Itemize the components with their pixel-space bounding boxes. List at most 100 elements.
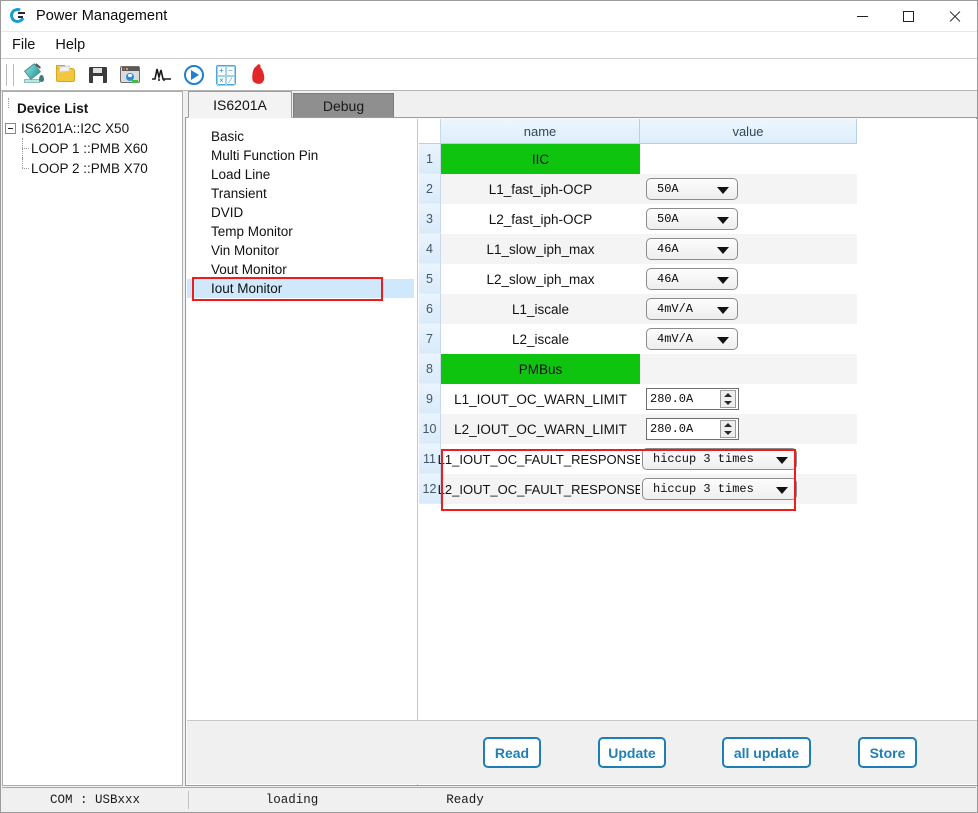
tree-line bbox=[17, 158, 29, 178]
row-name: L2_IOUT_OC_WARN_LIMIT bbox=[441, 414, 640, 444]
chevron-down-icon bbox=[717, 277, 729, 284]
row-name: L2_slow_iph_max bbox=[441, 264, 640, 294]
chevron-down-icon bbox=[717, 187, 729, 194]
toolbar-button-burn[interactable] bbox=[242, 60, 274, 90]
dropdown-l1-iscale[interactable]: 4mV/A bbox=[646, 298, 738, 320]
table-header-value[interactable]: value bbox=[640, 119, 857, 144]
spinner-buttons[interactable] bbox=[720, 390, 736, 408]
menu-list-item-temp-monitor[interactable]: Temp Monitor bbox=[187, 222, 417, 241]
menu-list-item-load-line[interactable]: Load Line bbox=[187, 165, 417, 184]
arrow-down-icon[interactable] bbox=[724, 401, 732, 405]
flame-icon bbox=[247, 64, 269, 86]
row-number: 10 bbox=[419, 414, 441, 444]
open-folder-icon bbox=[55, 64, 77, 86]
toolbar-button-open[interactable] bbox=[50, 60, 82, 90]
dropdown-l2-fast-iph-ocp[interactable]: 50A bbox=[646, 208, 738, 230]
toolbar-button-waveform[interactable] bbox=[146, 60, 178, 90]
status-ready: Ready bbox=[395, 789, 535, 811]
table-row: 8 PMBus bbox=[419, 354, 857, 384]
menu-list-item-basic[interactable]: Basic bbox=[187, 127, 417, 146]
toolbar-button-run[interactable] bbox=[178, 60, 210, 90]
arrow-down-icon[interactable] bbox=[724, 431, 732, 435]
row-value: hiccup 3 times bbox=[640, 444, 857, 474]
device-list-panel: Device List IS6201A::I2C X50 LOOP 1 ::PM… bbox=[2, 91, 183, 786]
row-number: 7 bbox=[419, 324, 441, 354]
toolbar-grip[interactable] bbox=[6, 64, 14, 86]
row-value: 4mV/A bbox=[640, 324, 857, 354]
main-panel: IS6201A Debug Basic Multi Function Pin L… bbox=[185, 91, 977, 786]
spinner-l2-iout-oc-warn-limit[interactable]: 280.0A bbox=[646, 418, 739, 440]
maximize-button[interactable] bbox=[885, 1, 931, 32]
dropdown-l2-iout-oc-fault-response[interactable]: hiccup 3 times bbox=[642, 478, 797, 500]
waveform-icon bbox=[151, 64, 173, 86]
toolbar: +−×∕ bbox=[1, 59, 977, 91]
table-header-name[interactable]: name bbox=[441, 119, 640, 144]
spinner-l1-iout-oc-warn-limit[interactable]: 280.0A bbox=[646, 388, 739, 410]
dropdown-value: 50A bbox=[657, 182, 679, 196]
menu-list-item-transient[interactable]: Transient bbox=[187, 184, 417, 203]
status-loading: loading bbox=[189, 789, 395, 811]
toolbar-button-device[interactable] bbox=[114, 60, 146, 90]
chevron-down-icon bbox=[717, 217, 729, 224]
tree-expander-icon[interactable] bbox=[5, 123, 16, 134]
menu-bar: File Help bbox=[1, 32, 977, 59]
tree-node-loop2[interactable]: LOOP 2 ::PMB X70 bbox=[3, 158, 182, 178]
table-row: 12 L2_IOUT_OC_FAULT_RESPONSE hiccup 3 ti… bbox=[419, 474, 857, 504]
toolbar-button-save[interactable] bbox=[82, 60, 114, 90]
chevron-down-icon bbox=[717, 247, 729, 254]
row-name: PMBus bbox=[441, 354, 640, 384]
tab-page: Basic Multi Function Pin Load Line Trans… bbox=[185, 117, 977, 786]
dropdown-value: hiccup 3 times bbox=[653, 482, 754, 496]
store-button[interactable]: Store bbox=[858, 737, 917, 768]
toolbar-button-calculator[interactable]: +−×∕ bbox=[210, 60, 242, 90]
all-update-button[interactable]: all update bbox=[722, 737, 811, 768]
close-icon bbox=[948, 10, 961, 23]
minimize-button[interactable] bbox=[839, 1, 885, 32]
tree-node-loop1[interactable]: LOOP 1 ::PMB X60 bbox=[3, 138, 182, 158]
tab-strip: IS6201A Debug bbox=[185, 91, 977, 118]
menu-list-item-multi-function-pin[interactable]: Multi Function Pin bbox=[187, 146, 417, 165]
device-monitor-icon bbox=[119, 64, 141, 86]
row-value bbox=[640, 144, 857, 174]
row-number: 6 bbox=[419, 294, 441, 324]
tree-label-loop1: LOOP 1 ::PMB X60 bbox=[29, 141, 148, 156]
parameter-table: name value 1 IIC 2 L1_fast_iph-OCP bbox=[419, 119, 857, 504]
row-number: 5 bbox=[419, 264, 441, 294]
arrow-up-icon[interactable] bbox=[724, 423, 732, 427]
tree-root-device-list[interactable]: Device List bbox=[3, 98, 182, 118]
status-bar: COM : USBxxx loading Ready bbox=[2, 787, 976, 811]
spinner-value: 280.0A bbox=[650, 392, 693, 406]
row-value: 280.0A bbox=[640, 384, 857, 414]
dropdown-value: hiccup 3 times bbox=[653, 452, 754, 466]
update-button[interactable]: Update bbox=[598, 737, 666, 768]
row-number: 1 bbox=[419, 144, 441, 174]
menu-list-item-vout-monitor[interactable]: Vout Monitor bbox=[187, 260, 417, 279]
menu-item-help[interactable]: Help bbox=[46, 35, 94, 55]
dropdown-l1-slow-iph-max[interactable]: 46A bbox=[646, 238, 738, 260]
tab-debug[interactable]: Debug bbox=[293, 93, 394, 118]
toolbar-button-paint-fill[interactable] bbox=[18, 60, 50, 90]
menu-list-item-vin-monitor[interactable]: Vin Monitor bbox=[187, 241, 417, 260]
table-header-row: name value bbox=[419, 119, 857, 144]
status-com: COM : USBxxx bbox=[2, 789, 188, 811]
maximize-icon bbox=[903, 11, 914, 22]
chevron-down-icon bbox=[776, 457, 788, 464]
dropdown-l2-iscale[interactable]: 4mV/A bbox=[646, 328, 738, 350]
close-button[interactable] bbox=[931, 1, 977, 32]
dropdown-l1-fast-iph-ocp[interactable]: 50A bbox=[646, 178, 738, 200]
tab-is6201a[interactable]: IS6201A bbox=[188, 91, 292, 118]
dropdown-l1-iout-oc-fault-response[interactable]: hiccup 3 times bbox=[642, 448, 797, 470]
row-value: 46A bbox=[640, 234, 857, 264]
menu-list-item-iout-monitor[interactable]: Iout Monitor bbox=[187, 279, 414, 298]
table-row: 1 IIC bbox=[419, 144, 857, 174]
row-value: 50A bbox=[640, 204, 857, 234]
arrow-up-icon[interactable] bbox=[724, 393, 732, 397]
row-name: L1_iscale bbox=[441, 294, 640, 324]
tree-node-device[interactable]: IS6201A::I2C X50 bbox=[3, 118, 182, 138]
read-button[interactable]: Read bbox=[483, 737, 541, 768]
dropdown-l2-slow-iph-max[interactable]: 46A bbox=[646, 268, 738, 290]
spinner-buttons[interactable] bbox=[720, 420, 736, 438]
menu-list-item-dvid[interactable]: DVID bbox=[187, 203, 417, 222]
tree-label-device: IS6201A::I2C X50 bbox=[19, 121, 129, 136]
menu-item-file[interactable]: File bbox=[3, 35, 44, 55]
